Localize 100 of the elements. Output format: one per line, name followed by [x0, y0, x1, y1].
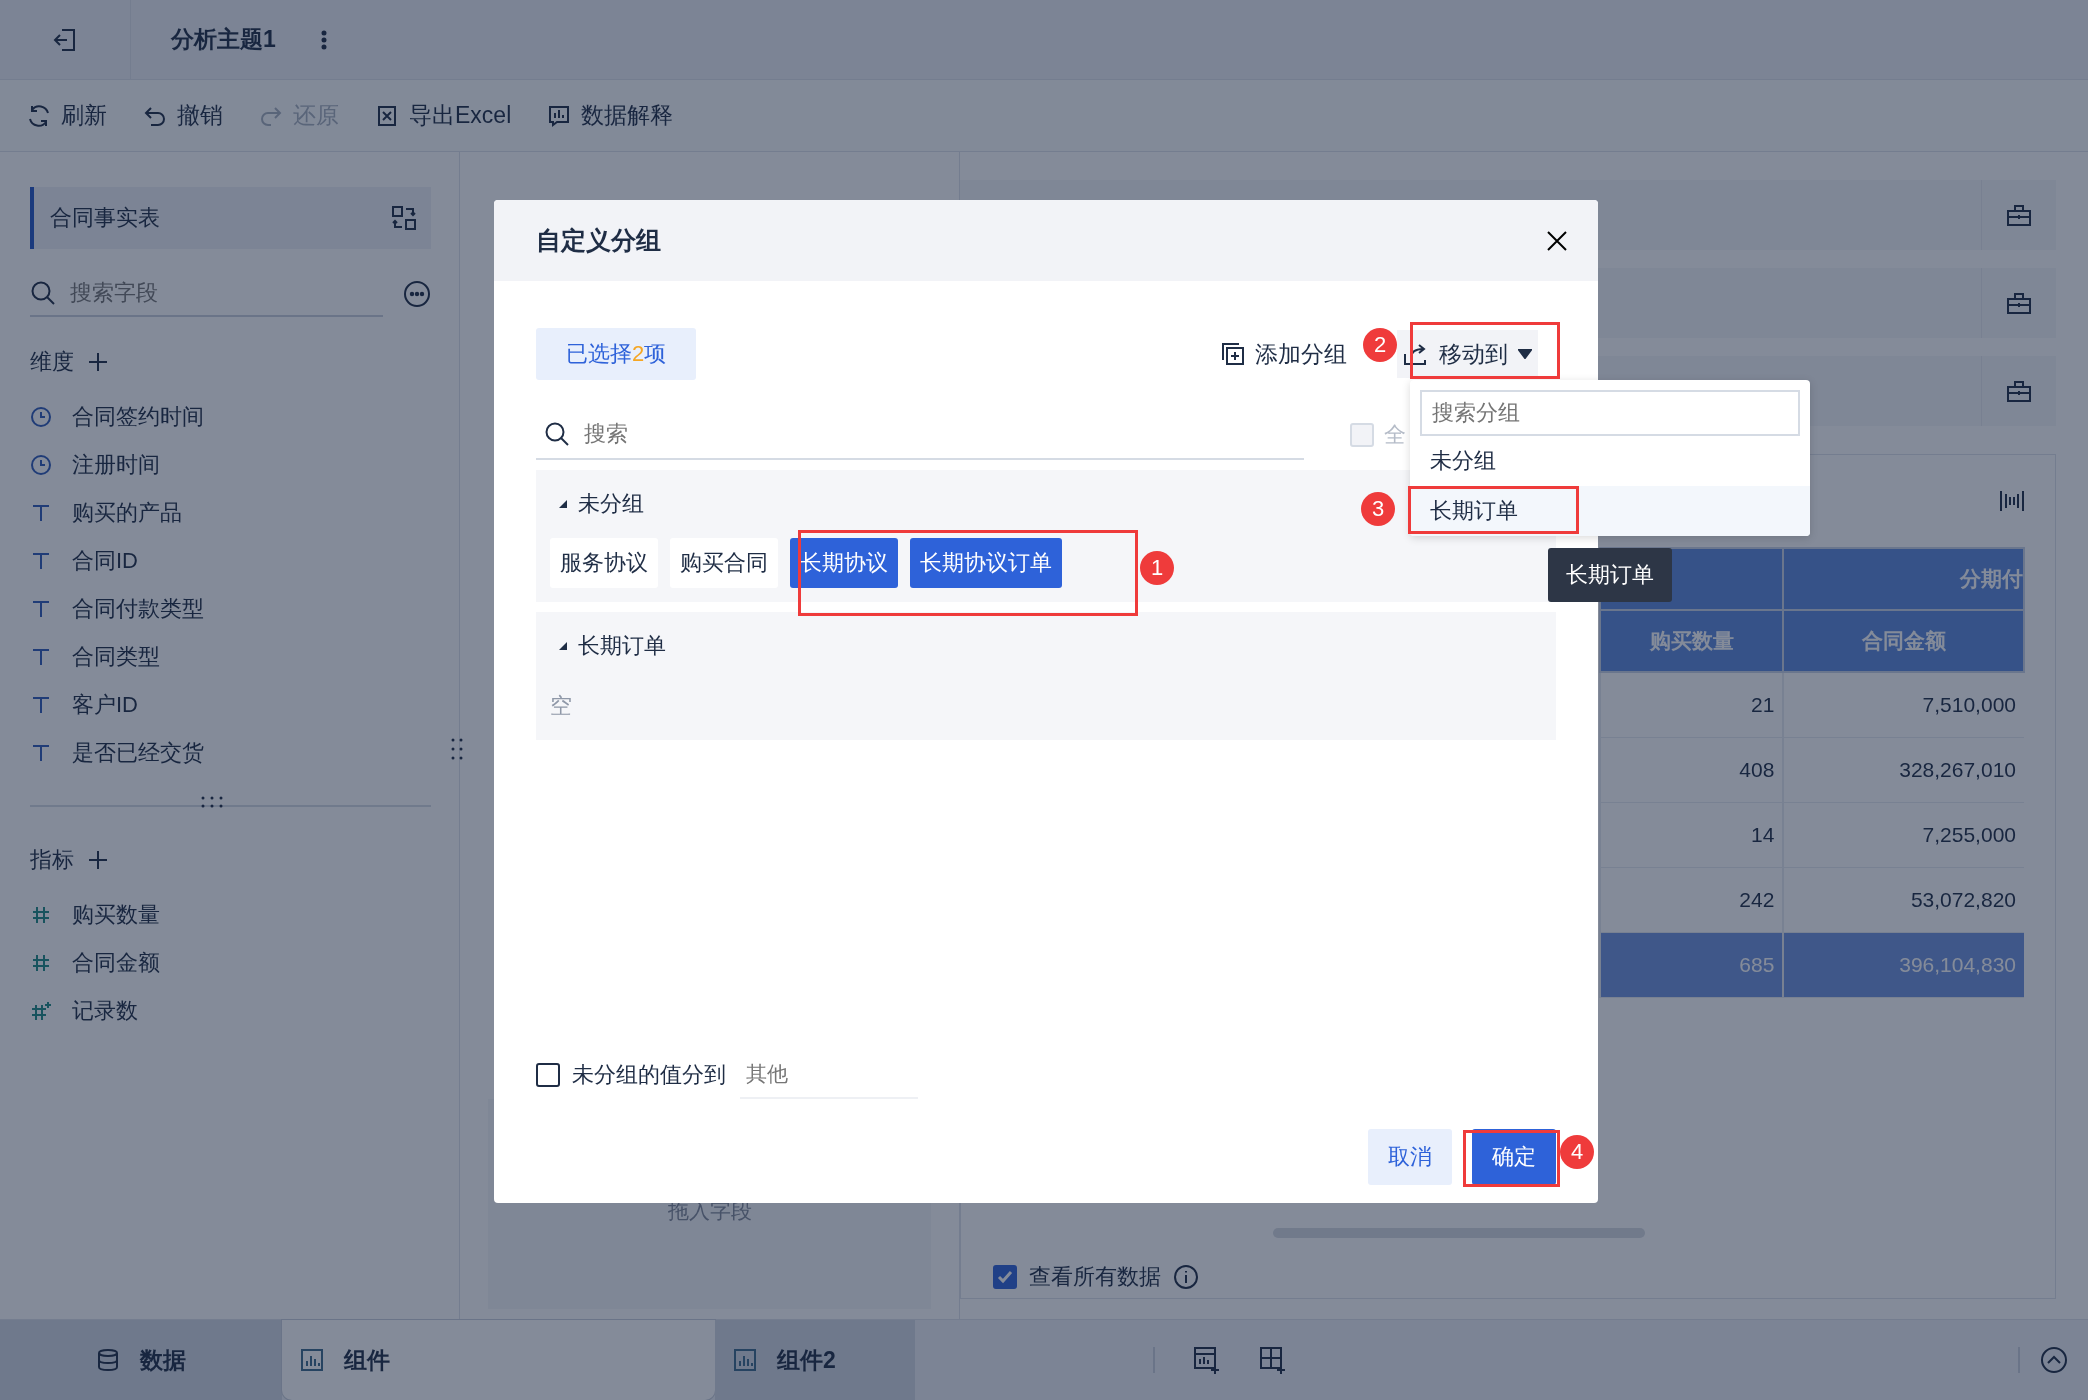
triangle-icon[interactable]	[558, 499, 568, 509]
exit-icon[interactable]	[52, 26, 78, 53]
section-title: 维度	[30, 348, 74, 376]
confirm-button[interactable]: 确定	[1472, 1129, 1556, 1185]
column-width-icon[interactable]	[1999, 488, 2025, 514]
field-item[interactable]: 记录数	[30, 987, 431, 1035]
group-title: 未分组	[578, 490, 644, 518]
add-group-button[interactable]: 添加分组	[1221, 338, 1347, 370]
clock-icon	[30, 406, 52, 428]
switch-icon[interactable]	[391, 205, 417, 231]
caret-icon	[1518, 349, 1532, 359]
field-item[interactable]: 合同类型	[30, 633, 431, 681]
more-icon[interactable]	[320, 29, 327, 50]
move-icon	[1403, 342, 1429, 366]
toolbar-button[interactable]: 刷新	[27, 100, 107, 131]
toolbox-icon[interactable]	[2006, 291, 2032, 315]
value-chip[interactable]: 长期协议	[790, 538, 898, 588]
tab[interactable]: 组件2	[715, 1320, 915, 1400]
toolbox-icon[interactable]	[2006, 203, 2032, 227]
checkbox[interactable]	[536, 1063, 560, 1087]
text-type-icon	[30, 502, 52, 524]
table-selector[interactable]: 合同事实表	[30, 187, 431, 249]
menu-item[interactable]: 长期订单	[1410, 486, 1810, 536]
move-to-button[interactable]: 移动到	[1397, 330, 1538, 378]
checkbox[interactable]	[993, 1265, 1017, 1289]
field-item[interactable]: 注册时间	[30, 441, 431, 489]
checkbox-label: 全	[1384, 421, 1406, 449]
table-cell: 7,255,000	[1783, 802, 2024, 868]
check-icon	[997, 1270, 1013, 1284]
add-grid-icon[interactable]	[1259, 1346, 1287, 1374]
table-cell: 14	[1600, 802, 1784, 868]
close-icon	[1546, 229, 1568, 252]
table-cell: 328,267,010	[1783, 737, 2024, 803]
close-button[interactable]	[1546, 229, 1568, 252]
menu-item[interactable]: 未分组	[1410, 436, 1810, 486]
field-item[interactable]: 客户ID	[30, 681, 431, 729]
hash-icon	[30, 904, 52, 926]
text-type-icon	[30, 694, 52, 716]
drag-handle-icon[interactable]	[450, 737, 464, 761]
triangle-icon[interactable]	[558, 641, 568, 651]
add-icon[interactable]	[88, 352, 108, 372]
database-icon	[96, 1348, 120, 1372]
bar-chart-icon	[733, 1348, 757, 1372]
info-icon[interactable]	[1173, 1264, 1199, 1290]
drag-handle-icon[interactable]	[200, 795, 224, 809]
more-options-icon[interactable]	[403, 280, 431, 308]
column-header: 分期付	[1783, 548, 2024, 610]
cancel-button[interactable]: 取消	[1368, 1129, 1452, 1185]
tab[interactable]: 组件	[282, 1320, 715, 1400]
text-type-icon	[30, 598, 52, 620]
field-item[interactable]: 是否已经交货	[30, 729, 431, 777]
table-name: 合同事实表	[50, 204, 160, 232]
group-title: 长期订单	[578, 632, 666, 660]
checkbox-label: 未分组的值分到	[572, 1061, 726, 1089]
empty-text: 空	[550, 692, 573, 720]
refresh-icon	[27, 103, 51, 128]
chart-icon	[547, 103, 572, 128]
search-field[interactable]: 搜索字段	[68, 279, 322, 307]
search-icon	[544, 421, 570, 447]
field-item[interactable]: 合同签约时间	[30, 393, 431, 441]
table-cell: 21	[1600, 672, 1784, 738]
field-item[interactable]: 购买数量	[30, 891, 431, 939]
selection-count: 已选择2项	[536, 328, 697, 380]
value-chip[interactable]: 长期协议订单	[910, 538, 1062, 588]
search-field[interactable]: 搜索分组	[1420, 390, 1800, 436]
add-group-icon	[1221, 342, 1245, 366]
spreadsheet-icon	[375, 103, 399, 128]
value-chip[interactable]: 服务协议	[550, 538, 658, 588]
table-cell: 408	[1600, 737, 1784, 803]
table-cell: 7,510,000	[1783, 672, 2024, 738]
field-item[interactable]: 合同付款类型	[30, 585, 431, 633]
bar-chart-icon	[300, 1348, 324, 1372]
checkbox-label: 查看所有数据	[1029, 1263, 1161, 1291]
dialog-title: 自定义分组	[536, 225, 661, 256]
section-title: 指标	[30, 846, 74, 874]
text-type-icon	[30, 550, 52, 572]
field-item[interactable]: 购买的产品	[30, 489, 431, 537]
hash-icon	[30, 952, 52, 974]
toolbar-button[interactable]: 数据解释	[547, 100, 674, 131]
text-type-icon	[30, 742, 52, 764]
search-icon	[30, 280, 56, 306]
total-cell: 396,104,830	[1783, 932, 2024, 998]
value-chip[interactable]: 购买合同	[670, 538, 778, 588]
clock-icon	[30, 454, 52, 476]
total-cell: 685	[1600, 932, 1784, 998]
field-item[interactable]: 合同金额	[30, 939, 431, 987]
add-icon[interactable]	[88, 850, 108, 870]
column-header: 购买数量	[1600, 610, 1784, 672]
toolbar-button[interactable]: 导出Excel	[375, 100, 512, 131]
toolbox-icon[interactable]	[2006, 379, 2032, 403]
report-title: 分析主题1	[171, 25, 276, 54]
field-item[interactable]: 合同ID	[30, 537, 431, 585]
tooltip: 长期订单	[1548, 548, 1672, 602]
tab[interactable]: 数据	[0, 1320, 282, 1400]
column-header: 合同金额	[1783, 610, 2024, 672]
collapse-icon[interactable]	[2040, 1346, 2068, 1374]
hash-star-icon	[30, 1000, 52, 1022]
add-table-icon[interactable]	[1193, 1346, 1221, 1374]
toolbar-button[interactable]: 撤销	[143, 100, 223, 131]
text-type-icon	[30, 646, 52, 668]
